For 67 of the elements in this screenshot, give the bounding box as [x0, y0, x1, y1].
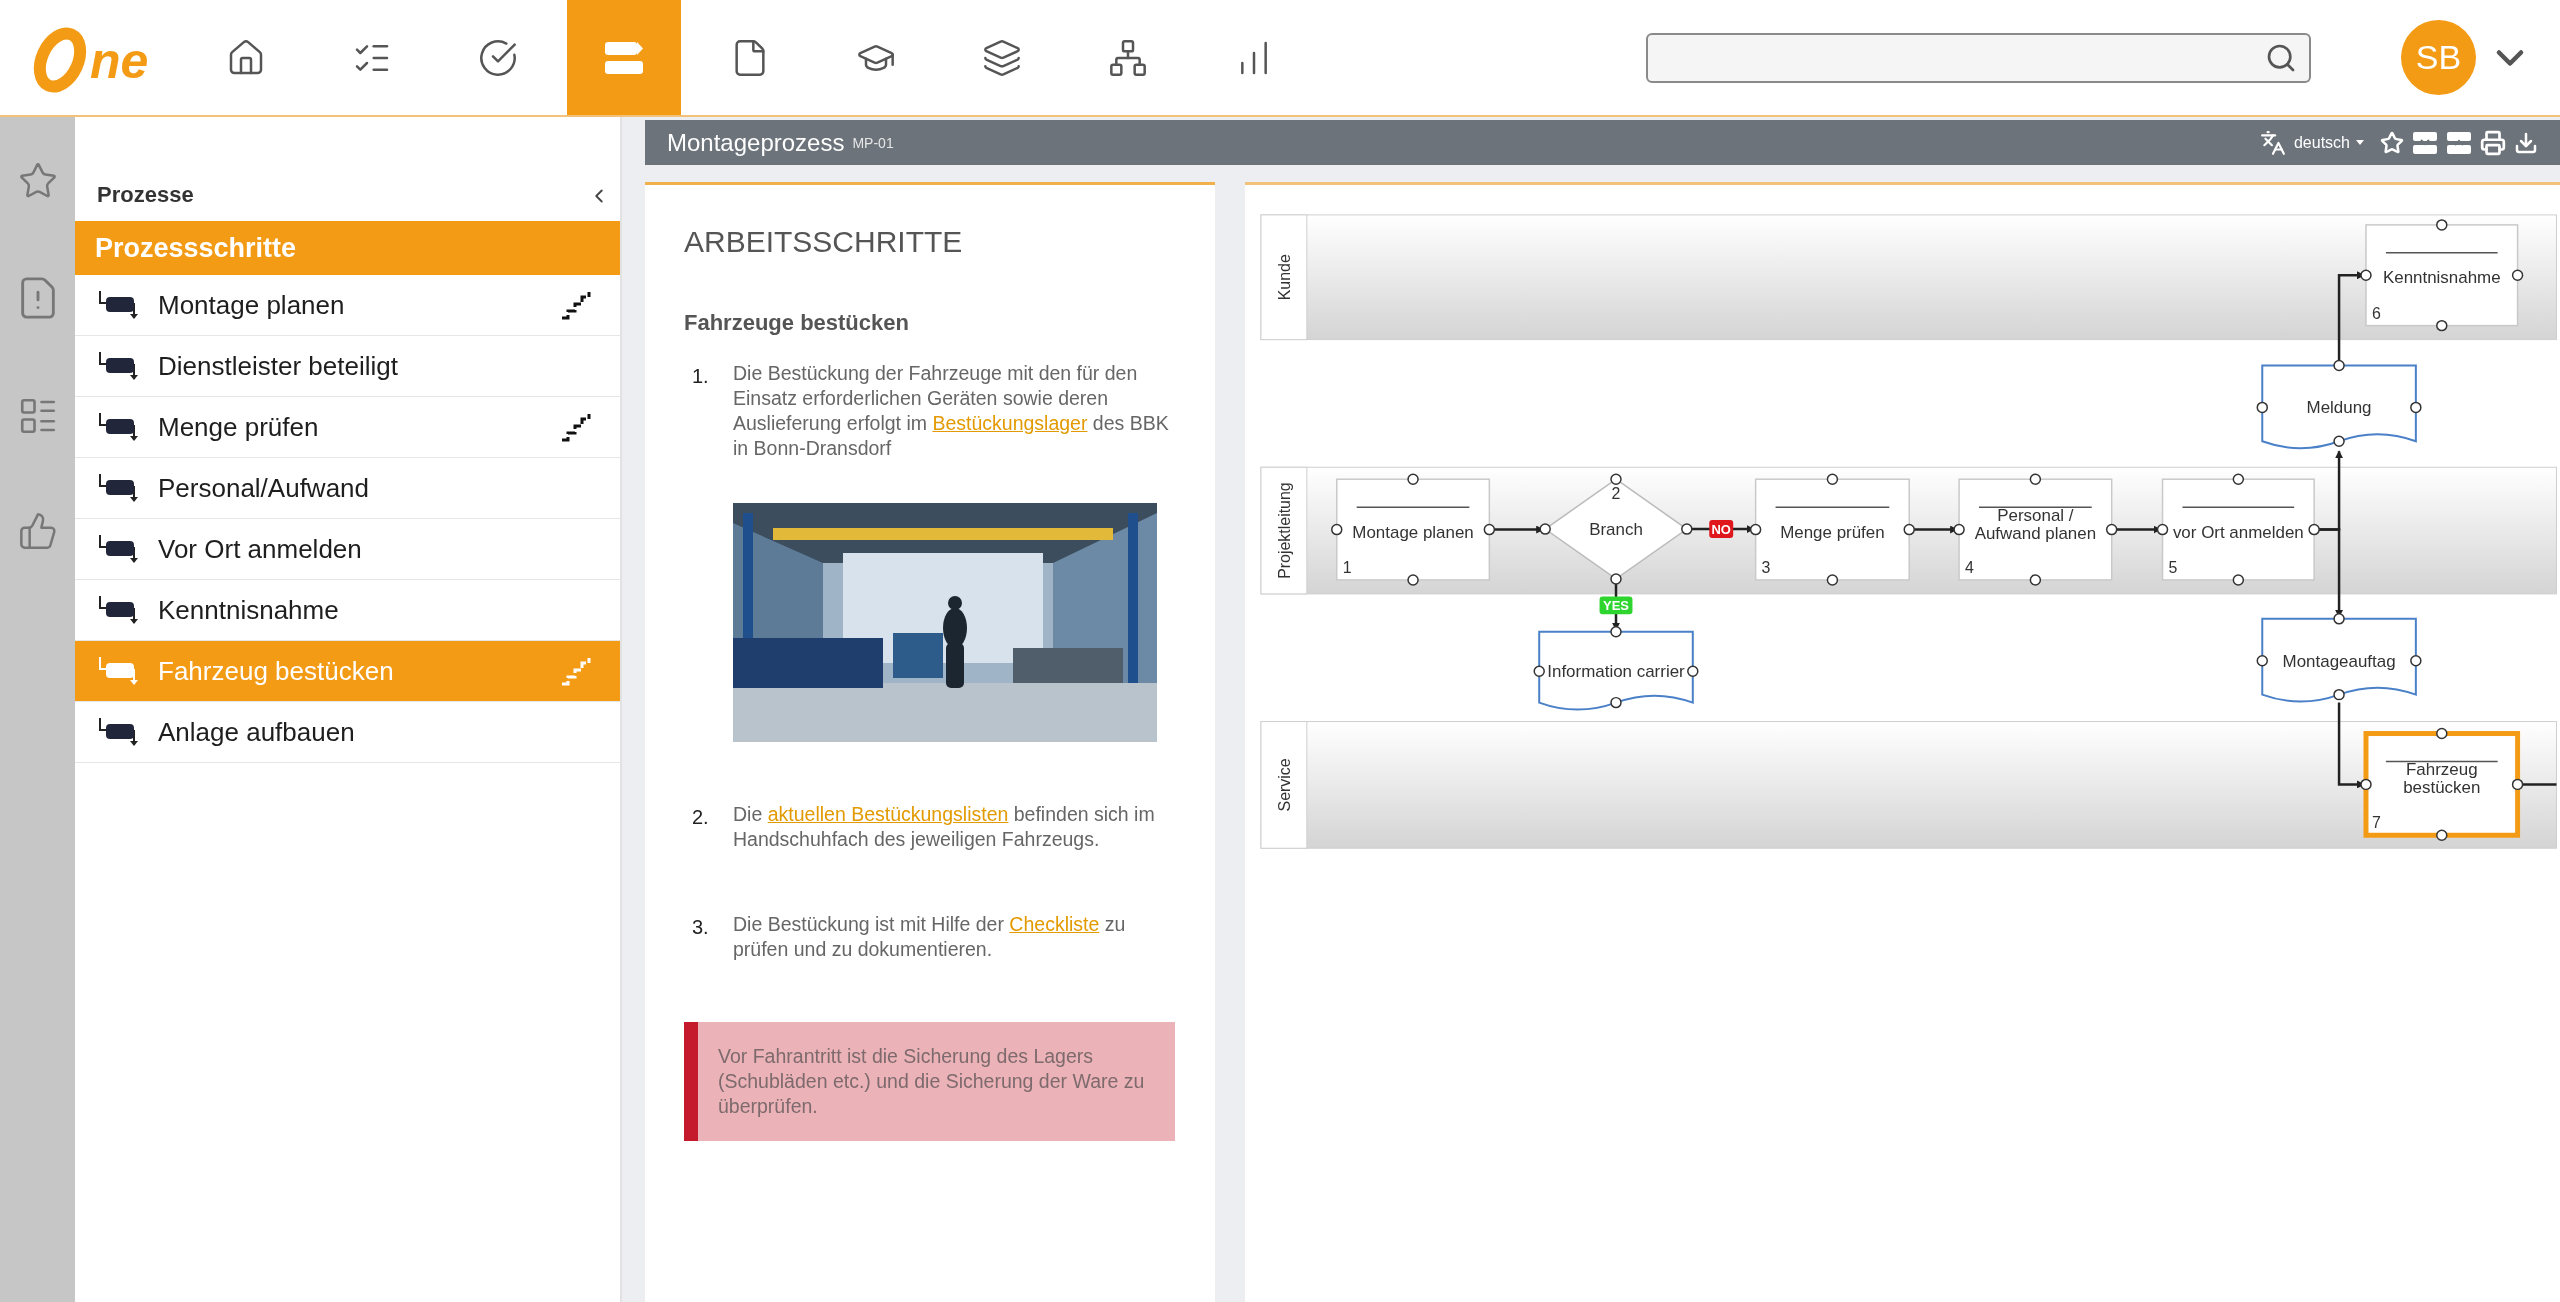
step-number: 2. [691, 805, 710, 830]
caret-icon [2356, 140, 2364, 145]
collapse-rows-icon[interactable] [2446, 130, 2472, 155]
star-icon[interactable] [2380, 130, 2404, 155]
document-code: MP-01 [852, 134, 894, 153]
step-number: 3. [691, 915, 710, 940]
lane-label: Service [1275, 758, 1293, 812]
node-number: 5 [2168, 558, 2178, 576]
document-node[interactable] [1533, 626, 1699, 711]
stairs-icon [560, 411, 594, 443]
step-text: Die Bestückung ist mit Hilfe der Checkliste zu prüfen und zu dokumentieren. [733, 912, 1127, 962]
node-label: Meldung [2306, 398, 2372, 418]
sidebar-title: Prozesse [97, 181, 194, 209]
process-node[interactable] [2156, 473, 2320, 586]
branch-label: NO [1709, 520, 1734, 539]
process-step-item[interactable]: Montage planen [75, 275, 620, 336]
document-node[interactable] [2256, 359, 2422, 450]
lane-label: Kunde [1275, 254, 1293, 301]
expand-icon[interactable] [2412, 130, 2438, 155]
process-step-item[interactable]: Personal/Aufwand [75, 458, 620, 519]
process-node[interactable] [2360, 727, 2524, 841]
translate-icon[interactable] [2259, 129, 2286, 156]
step-heading: Fahrzeuge bestücken [684, 309, 910, 337]
node-label: Fahrzeug bestücken [2403, 760, 2481, 798]
document-node[interactable] [2256, 613, 2422, 703]
process-step-item[interactable]: Vor Ort anmelden [75, 519, 620, 580]
check-circle-icon [478, 37, 518, 78]
section-heading: ARBEITSSCHRITTE [684, 224, 964, 260]
stairs-icon [560, 655, 594, 687]
node-label: Personal / Aufwand planen [1974, 505, 2097, 543]
section-header: Prozessschritte [75, 221, 620, 275]
process-node[interactable] [2360, 219, 2524, 332]
node-number: 1 [1342, 558, 1352, 576]
process-step-item[interactable]: Dienstleister beteiligt [75, 336, 620, 397]
decision-node[interactable] [1539, 473, 1693, 585]
node-number: 7 [2371, 814, 2381, 832]
download-icon[interactable] [2514, 130, 2538, 155]
node-label: Information carrier [1547, 662, 1685, 682]
lane-label: Projektleitung [1275, 482, 1293, 579]
node-label: Montage planen [1352, 522, 1474, 542]
step-number: 1. [691, 364, 710, 389]
language-dropdown[interactable]: deutsch [2293, 130, 2364, 155]
node-number: 3 [1761, 558, 1771, 576]
thumbs-up-icon[interactable] [17, 511, 58, 551]
node-label: Branch [1589, 520, 1643, 540]
node-label: Menge prüfen [1780, 522, 1885, 542]
step-text: Die aktuellen Bestückungslisten befinden sich im Handschuhfach des jeweiligen Fahrzeugs. [733, 802, 1156, 852]
node-label: Kenntnisnahme [2382, 268, 2501, 288]
branch-label: YES [1599, 596, 1633, 615]
layers-icon [982, 37, 1022, 78]
process-node[interactable] [1331, 473, 1496, 586]
node-number: 2 [1611, 485, 1621, 503]
stairs-icon [560, 289, 594, 321]
node-number: 6 [2371, 304, 2381, 322]
node-label: Montageauftag [2282, 651, 2396, 671]
document-title: Montageprozess [667, 127, 845, 158]
node-label: vor Ort anmelden [2172, 522, 2304, 542]
hierarchy-icon [1108, 37, 1148, 78]
node-number: 4 [1965, 558, 1974, 576]
step-text: Die Bestückung der Fahrzeuge mit den für den Einsatz erforderlichen Geräten sowie deren Auslieferung erfolgt im Bestückungslager des BBK in Bonn-Dransdorf [733, 361, 1170, 461]
process-step-item[interactable]: Anlage aufbauen [75, 702, 620, 763]
print-icon[interactable] [2480, 129, 2506, 156]
warning-alert: Vor Fahrantritt ist die Sicherung des Lagers (Schubläden etc.) und die Sicherung der Ware zu überprüfen. [684, 1022, 1175, 1141]
search-field[interactable] [1646, 32, 2311, 83]
process-node[interactable] [1953, 473, 2118, 586]
process-node[interactable] [1749, 473, 1915, 586]
process-step-item[interactable]: Menge prüfen [75, 397, 620, 458]
